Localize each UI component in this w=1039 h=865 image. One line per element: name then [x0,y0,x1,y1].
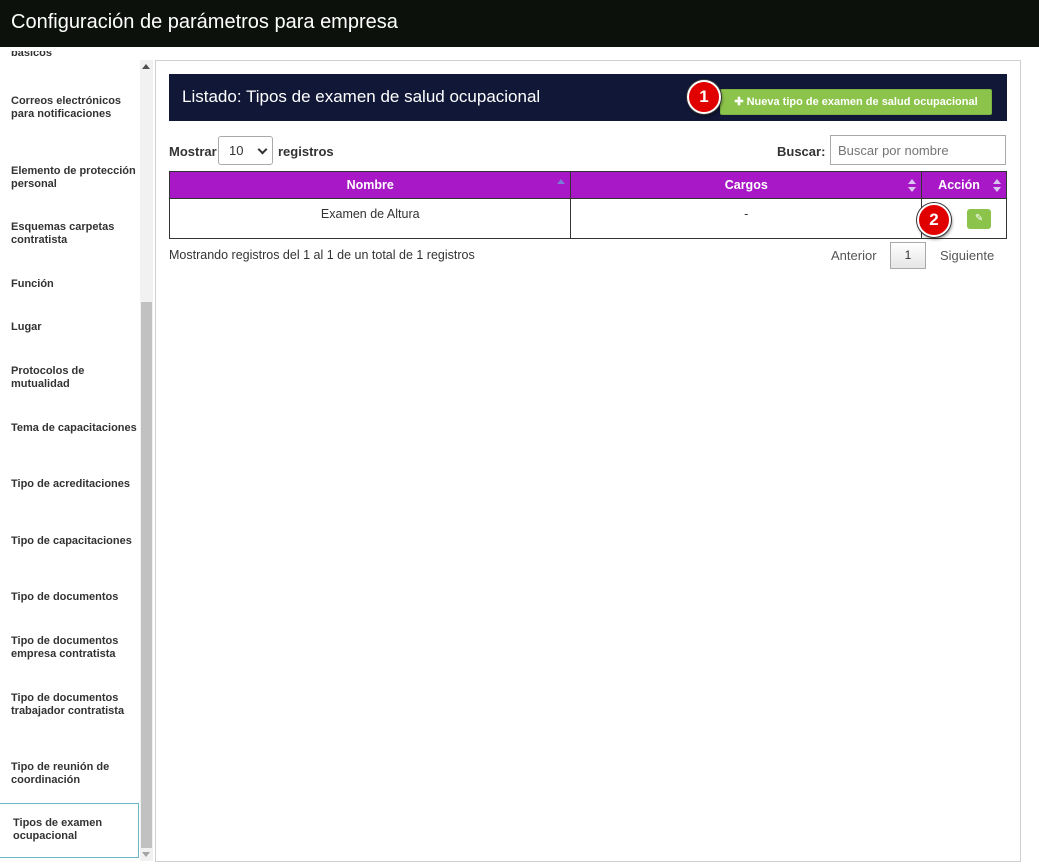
scroll-thumb[interactable] [141,302,152,848]
pagination-next[interactable]: Siguiente [940,248,994,263]
sidebar: básicos Correos electrónicos para notifi… [0,47,140,865]
records-label: registros [278,144,334,159]
cell-cargos: - [570,198,923,239]
pagination-page-1[interactable]: 1 [890,242,926,269]
table-row: Examen de Altura - ✎ [168,198,1007,239]
sort-icon [908,179,917,192]
plus-icon: ✚ [734,96,744,108]
search-input[interactable] [830,135,1006,165]
annotation-badge-1: 1 [687,80,721,114]
new-exam-type-label: Nueva tipo de examen de salud ocupaciona… [746,96,978,108]
scroll-down-arrow-icon[interactable] [142,852,150,857]
sidebar-item-elemento-proteccion[interactable]: Elemento de protección personal [0,165,139,191]
column-header-nombre[interactable]: Nombre [168,171,572,199]
sidebar-item-tipos-examen-active[interactable]: Tipos de examen ocupacional [0,803,139,858]
show-label: Mostrar [169,144,217,159]
chevron-down-icon [257,144,268,155]
edit-button[interactable]: ✎ [967,209,992,229]
sort-icon [993,179,1001,192]
cell-nombre: Examen de Altura [168,198,572,239]
list-title: Listado: Tipos de examen de salud ocupac… [182,87,541,106]
search-label: Buscar: [777,144,826,159]
sidebar-item-tipo-acreditaciones[interactable]: Tipo de acreditaciones [0,478,139,491]
sidebar-item-tipo-documentos-empresa[interactable]: Tipo de documentos empresa contratista [0,635,139,661]
window-title: Configuración de parámetros para empresa [0,0,1039,47]
sidebar-item-basicos[interactable]: básicos [0,51,139,63]
sidebar-scrollbar[interactable] [140,60,153,861]
new-exam-type-button[interactable]: ✚ Nueva tipo de examen de salud ocupacio… [720,89,992,115]
sidebar-item-tipo-reunion[interactable]: Tipo de reunión de coordinación [0,761,139,787]
table-info: Mostrando registros del 1 al 1 de un tot… [169,248,475,262]
sidebar-item-correos[interactable]: Correos electrónicos para notificaciones [0,95,139,121]
sidebar-item-protocolos[interactable]: Protocolos de mutualidad [0,365,139,391]
sidebar-item-tipo-documentos[interactable]: Tipo de documentos [0,591,139,604]
pagination-previous[interactable]: Anterior [831,248,877,263]
page-length-value: 10 [229,143,244,158]
column-header-cargos[interactable]: Cargos [570,171,923,199]
annotation-badge-2: 2 [917,203,951,237]
sidebar-item-tema-capacitaciones[interactable]: Tema de capacitaciones [0,422,139,435]
main-panel: Listado: Tipos de examen de salud ocupac… [155,60,1021,862]
page-length-select[interactable]: 10 [218,136,273,165]
sort-asc-icon [557,179,566,184]
exam-types-table: Nombre Cargos Acción Examen de Altura - [168,171,1007,239]
sidebar-item-lugar[interactable]: Lugar [0,321,139,334]
pencil-icon: ✎ [974,213,984,224]
column-header-accion[interactable]: Acción [921,171,1007,199]
sidebar-item-tipo-capacitaciones[interactable]: Tipo de capacitaciones [0,535,139,548]
list-header: Listado: Tipos de examen de salud ocupac… [169,74,1007,121]
sidebar-item-funcion[interactable]: Función [0,278,139,291]
sidebar-item-esquemas-carpetas[interactable]: Esquemas carpetas contratista [0,221,139,247]
scroll-up-arrow-icon[interactable] [142,64,150,69]
sidebar-item-tipo-documentos-trabajador[interactable]: Tipo de documentos trabajador contratist… [0,692,139,718]
